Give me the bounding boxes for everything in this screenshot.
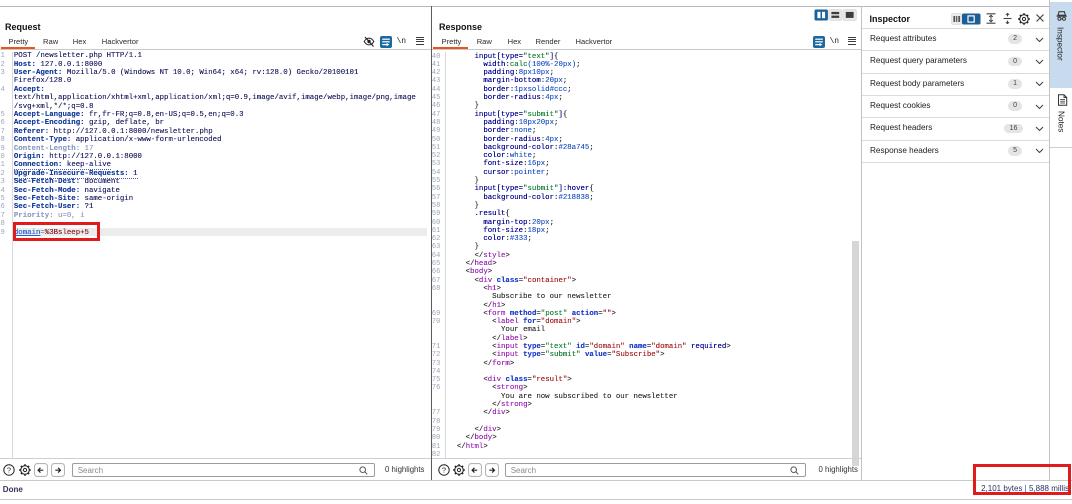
svg-text:?: ? — [7, 466, 11, 475]
svg-text:?: ? — [442, 466, 446, 475]
